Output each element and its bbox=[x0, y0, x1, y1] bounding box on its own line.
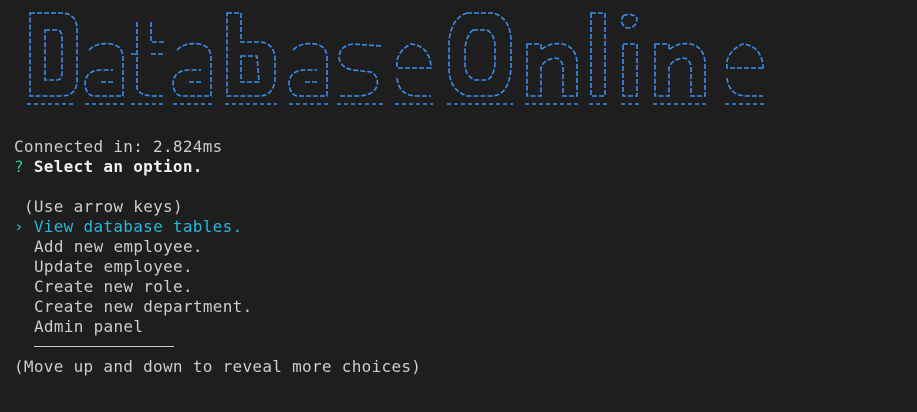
menu-item-update-employee[interactable]: Update employee. bbox=[34, 257, 193, 277]
connection-status: Connected in: 2.824ms bbox=[14, 137, 223, 156]
pointer-icon: › bbox=[14, 217, 24, 236]
prompt-hint: (Use arrow keys) bbox=[24, 197, 183, 216]
menu-item-label: View database tables. bbox=[33, 217, 243, 236]
menu-item-create-department[interactable]: Create new department. bbox=[34, 297, 253, 317]
menu-item-add-employee[interactable]: Add new employee. bbox=[34, 237, 203, 257]
ascii-art-banner bbox=[27, 8, 867, 108]
terminal-window: Connected in: 2.824ms ? Select an option… bbox=[0, 0, 917, 412]
prompt-question: Select an option. bbox=[33, 157, 203, 176]
menu-item-admin-panel[interactable]: Admin panel bbox=[34, 317, 143, 337]
prompt-line: ? Select an option. bbox=[14, 157, 203, 177]
scroll-hint: (Move up and down to reveal more choices… bbox=[14, 357, 422, 376]
menu-item-create-role[interactable]: Create new role. bbox=[34, 277, 193, 297]
menu-separator bbox=[34, 346, 174, 347]
question-mark-icon: ? bbox=[14, 157, 24, 176]
menu-item-view-tables[interactable]: › View database tables. bbox=[14, 217, 242, 237]
